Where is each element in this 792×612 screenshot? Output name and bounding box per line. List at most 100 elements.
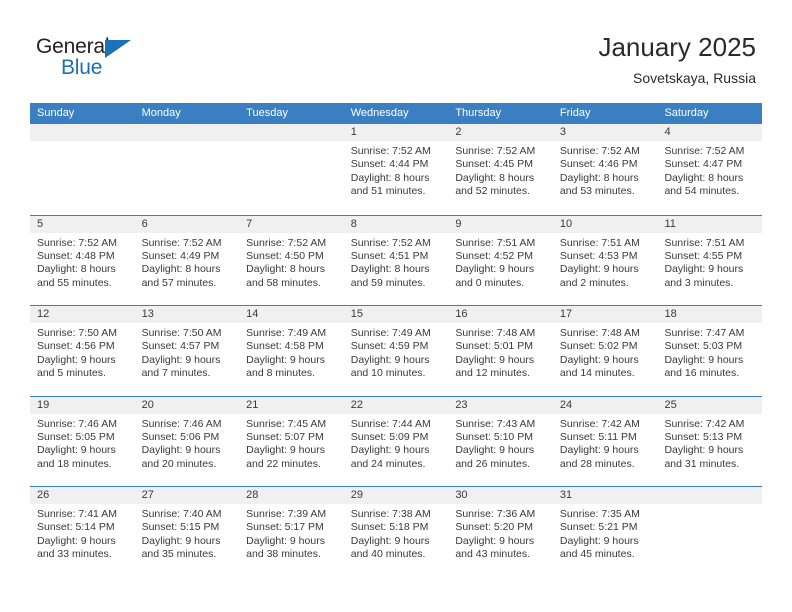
sunrise-text: Sunrise: 7:51 AM [455,236,536,249]
sunset-text: Sunset: 5:11 PM [559,430,637,443]
daylight-text-line2: and 16 minutes. [664,367,740,380]
sunrise-text: Sunrise: 7:36 AM [455,508,536,520]
sunrise-text: Sunrise: 7:52 AM [350,145,431,157]
day-cell[interactable]: 13 Sunrise: 7:50 AM Sunset: 4:57 PM Dayligh… [134,306,240,396]
daylight-text-line2: and 22 minutes. [246,457,321,470]
day-number: 27 [134,487,240,504]
day-sun-info: Sunrise: 7:42 AM Sunset: 5:13 PM Daylight:… [657,414,762,472]
day-cell[interactable]: 18 Sunrise: 7:47 AM Sunset: 5:03 PM Dayligh… [657,306,763,396]
daylight-text-line1: Daylight: 9 hours [350,534,430,547]
sunrise-text: Sunrise: 7:52 AM [246,236,327,249]
logo-triangle-icon [105,40,131,58]
sunset-text: Sunset: 4:58 PM [246,340,324,353]
day-cell[interactable]: 26 Sunrise: 7:41 AM Sunset: 5:14 PM Dayligh… [30,487,135,577]
day-cell[interactable]: 9 Sunrise: 7:51 AM Sunset: 4:52 PM Daylight… [448,215,553,305]
daylight-text-line1: Daylight: 9 hours [246,534,325,547]
daylight-text-line1: Daylight: 9 hours [664,444,744,457]
sunset-text: Sunset: 5:05 PM [37,430,115,443]
day-cell[interactable]: 6 Sunrise: 7:52 AM Sunset: 4:49 PM Daylight… [134,215,240,305]
day-cell[interactable]: 25 Sunrise: 7:42 AM Sunset: 5:13 PM Dayligh… [657,396,763,486]
day-number: 17 [552,306,658,323]
sunrise-text: Sunrise: 7:46 AM [141,417,222,430]
daylight-text-line1: Daylight: 9 hours [664,353,744,366]
daylight-text-line2: and 40 minutes. [350,548,426,561]
general-blue-logo[interactable]: General Blue [36,36,166,86]
sunset-text: Sunset: 4:53 PM [559,249,638,262]
weekday-header-tuesday: Tuesday [246,107,288,119]
day-cell[interactable]: 21 Sunrise: 7:45 AM Sunset: 5:07 PM Dayligh… [239,396,344,486]
sunset-text: Sunset: 4:52 PM [455,249,533,262]
sunset-text: Sunset: 5:21 PM [559,521,638,534]
day-number: 23 [448,396,553,414]
day-number: 24 [552,396,658,414]
day-cell[interactable]: 12 Sunrise: 7:50 AM Sunset: 4:56 PM Dayligh… [30,306,135,396]
day-cell[interactable]: 28 Sunrise: 7:39 AM Sunset: 5:17 PM Dayligh… [239,487,344,577]
week-row: 19 Sunrise: 7:46 AM Sunset: 5:05 PM Dayligh… [30,395,763,486]
day-sun-info: Sunrise: 7:41 AM Sunset: 5:14 PM Daylight:… [30,504,135,562]
day-cell[interactable]: 14 Sunrise: 7:49 AM Sunset: 4:58 PM Dayligh… [239,306,344,396]
sunset-text: Sunset: 5:01 PM [455,340,533,353]
sunrise-text: Sunrise: 7:50 AM [141,327,222,339]
sunset-text: Sunset: 4:51 PM [350,249,429,262]
daylight-text-line1: Daylight: 9 hours [559,353,639,366]
day-cell[interactable]: 27 Sunrise: 7:40 AM Sunset: 5:15 PM Dayligh… [134,487,240,577]
day-cell[interactable]: 19 Sunrise: 7:46 AM Sunset: 5:05 PM Dayligh… [30,396,135,486]
daylight-text-line1: Daylight: 9 hours [141,534,221,547]
day-cell[interactable]: 15 Sunrise: 7:49 AM Sunset: 4:59 PM Dayligh… [343,306,449,396]
day-sun-info: Sunrise: 7:40 AM Sunset: 5:15 PM Daylight:… [135,504,240,562]
day-number: 18 [657,306,763,323]
sunrise-text: Sunrise: 7:35 AM [559,508,640,520]
day-number [30,124,135,141]
day-number [134,124,240,141]
sunset-text: Sunset: 4:47 PM [664,158,743,171]
weeks-container: 1 Sunrise: 7:52 AM Sunset: 4:44 PM Daylight… [30,124,763,577]
day-cell[interactable]: 7 Sunrise: 7:52 AM Sunset: 4:50 PM Daylight… [239,215,344,305]
day-cell[interactable]: 31 Sunrise: 7:35 AM Sunset: 5:21 PM Dayligh… [552,487,658,577]
daylight-text-line1: Daylight: 8 hours [559,171,639,184]
sunrise-text: Sunrise: 7:43 AM [455,417,536,430]
day-cell[interactable]: 23 Sunrise: 7:43 AM Sunset: 5:10 PM Dayligh… [448,396,553,486]
day-sun-info: Sunrise: 7:35 AM Sunset: 5:21 PM Daylight:… [553,504,658,562]
day-cell[interactable]: 22 Sunrise: 7:44 AM Sunset: 5:09 PM Dayligh… [343,396,449,486]
day-sun-info: Sunrise: 7:47 AM Sunset: 5:03 PM Daylight:… [657,323,762,381]
day-cell[interactable]: 30 Sunrise: 7:36 AM Sunset: 5:20 PM Dayligh… [448,487,553,577]
day-cell[interactable]: 17 Sunrise: 7:48 AM Sunset: 5:02 PM Dayligh… [552,306,658,396]
daylight-text-line1: Daylight: 9 hours [559,263,639,276]
day-number [657,487,763,504]
sunset-text: Sunset: 5:17 PM [246,521,324,534]
day-cell[interactable]: 24 Sunrise: 7:42 AM Sunset: 5:11 PM Dayligh… [552,396,658,486]
day-sun-info: Sunrise: 7:49 AM Sunset: 4:58 PM Daylight:… [239,323,344,381]
day-cell[interactable]: 5 Sunrise: 7:52 AM Sunset: 4:48 PM Daylight… [30,215,135,305]
day-cell[interactable]: 20 Sunrise: 7:46 AM Sunset: 5:06 PM Dayligh… [134,396,240,486]
day-sun-info: Sunrise: 7:44 AM Sunset: 5:09 PM Daylight:… [344,414,449,472]
day-number [239,124,344,141]
daylight-text-line1: Daylight: 9 hours [350,444,430,457]
sunrise-text: Sunrise: 7:40 AM [141,508,222,520]
sunset-text: Sunset: 4:45 PM [455,158,533,171]
sunset-text: Sunset: 4:56 PM [37,340,115,353]
sunrise-text: Sunrise: 7:49 AM [350,327,431,339]
daylight-text-line2: and 54 minutes. [664,185,740,198]
day-cell[interactable]: 11 Sunrise: 7:51 AM Sunset: 4:55 PM Dayligh… [657,215,763,305]
day-cell[interactable]: 29 Sunrise: 7:38 AM Sunset: 5:18 PM Dayligh… [343,487,449,577]
day-cell[interactable]: 8 Sunrise: 7:52 AM Sunset: 4:51 PM Daylight… [343,215,449,305]
sunrise-text: Sunrise: 7:52 AM [559,145,640,157]
day-number: 9 [448,215,553,233]
sunrise-text: Sunrise: 7:52 AM [350,236,431,249]
daylight-text-line2: and 20 minutes. [141,457,217,470]
daylight-text-line1: Daylight: 8 hours [455,171,535,184]
day-number: 7 [239,215,344,233]
daylight-text-line2: and 33 minutes. [37,548,112,561]
day-cell[interactable]: 10 Sunrise: 7:51 AM Sunset: 4:53 PM Dayligh… [552,215,658,305]
weekday-header-thursday: Thursday [455,107,502,119]
day-number: 10 [552,215,658,233]
day-cell[interactable]: 4 Sunrise: 7:52 AM Sunset: 4:47 PM Daylight… [657,124,763,215]
sunrise-text: Sunrise: 7:41 AM [37,508,117,520]
day-sun-info: Sunrise: 7:52 AM Sunset: 4:48 PM Daylight:… [30,233,135,291]
day-cell[interactable]: 1 Sunrise: 7:52 AM Sunset: 4:44 PM Daylight… [343,124,449,215]
daylight-text-line1: Daylight: 9 hours [455,534,535,547]
day-cell[interactable]: 3 Sunrise: 7:52 AM Sunset: 4:46 PM Daylight… [552,124,658,215]
sunset-text: Sunset: 5:13 PM [664,430,743,443]
day-cell[interactable]: 16 Sunrise: 7:48 AM Sunset: 5:01 PM Dayligh… [448,306,553,396]
day-cell[interactable]: 2 Sunrise: 7:52 AM Sunset: 4:45 PM Daylight… [448,124,553,215]
